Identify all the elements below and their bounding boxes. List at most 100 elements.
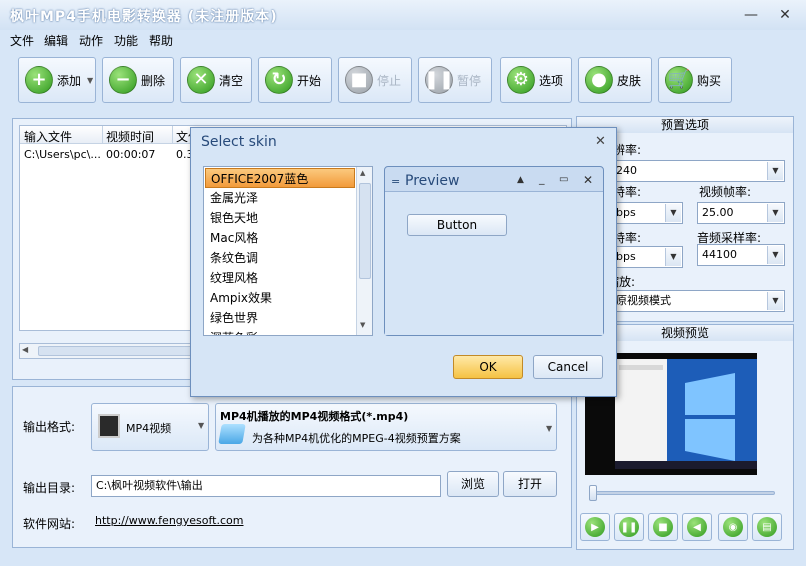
skin-list-scrollbar[interactable]: ▲ ▼ — [356, 167, 372, 335]
ok-button[interactable]: OK — [453, 355, 523, 379]
seek-slider-thumb[interactable] — [589, 485, 597, 501]
audio-bitrate-select[interactable]: bps ▼ — [611, 246, 683, 268]
chevron-down-icon[interactable]: ▼ — [767, 204, 783, 222]
pause-button[interactable]: ❚❚ 暂停 — [418, 57, 492, 103]
menu-help[interactable]: 帮助 — [149, 32, 173, 49]
skin-list-item[interactable]: 银色天地 — [205, 208, 355, 228]
chevron-down-icon[interactable]: ▼ — [767, 246, 783, 264]
close-icon[interactable]: ✕ — [583, 173, 593, 187]
preview-window: = Preview ▲ _ ▭ ✕ Button — [384, 166, 604, 336]
video-bitrate-value: bps — [616, 206, 636, 219]
skin-list-item[interactable]: 绿色世界 — [205, 308, 355, 328]
skin-list-item[interactable]: 深蓝色彩 — [205, 328, 355, 335]
format-description: 为各种MP4机优化的MPEG-4视频预置方案 — [252, 432, 461, 445]
skin-list[interactable]: OFFICE2007蓝色 金属光泽 银色天地 Mac风格 条纹色调 纹理风格 Ampix效果… — [203, 166, 373, 336]
open-folder-button[interactable]: ▤ — [752, 513, 782, 541]
output-format-label: 输出格式: — [23, 420, 76, 434]
preview-window-body: Button — [385, 191, 603, 335]
preview-sample-button[interactable]: Button — [407, 214, 507, 236]
dialog-title: Select skin — [201, 134, 277, 150]
chevron-down-icon[interactable]: ▼ — [665, 204, 681, 222]
frame-rate-label: 视频帧率: — [699, 185, 752, 199]
pause-preview-button[interactable]: ❚❚ — [614, 513, 644, 541]
skin-button[interactable]: ● 皮肤 — [578, 57, 652, 103]
dropdown-arrow-icon[interactable]: ▼ — [87, 76, 93, 85]
play-button[interactable]: ▶ — [580, 513, 610, 541]
skin-list-item[interactable]: Mac风格 — [205, 228, 355, 248]
grip-icon: = — [391, 175, 401, 188]
stop-preview-button[interactable]: ■ — [648, 513, 678, 541]
chevron-down-icon[interactable]: ▼ — [767, 162, 783, 180]
skin-list-item[interactable]: 纹理风格 — [205, 268, 355, 288]
select-skin-dialog: Select skin ✕ OFFICE2007蓝色 金属光泽 银色天地 Mac风格条… — [190, 127, 617, 397]
column-input-file[interactable]: 输入文件 — [24, 128, 72, 145]
clear-button[interactable]: ✕ 清空 — [180, 57, 252, 103]
scroll-left-icon[interactable]: ◀ — [22, 345, 34, 357]
website-label: 软件网站: — [23, 517, 76, 531]
chevron-down-icon[interactable]: ▼ — [198, 421, 204, 430]
frame-rate-select[interactable]: 25.00 ▼ — [697, 202, 785, 224]
zoom-value: 原视频模式 — [616, 294, 671, 307]
format-profile-select[interactable]: MP4机播放的MP4视频格式(*.mp4) 为各种MP4机优化的MPEG-4视频… — [215, 403, 557, 451]
delete-button[interactable]: − 删除 — [102, 57, 174, 103]
buy-button[interactable]: 🛒 购买 — [658, 57, 732, 103]
frame-rate-value: 25.00 — [702, 206, 734, 219]
skin-list-item[interactable]: Ampix效果 — [205, 288, 355, 308]
preview-seek-bar[interactable] — [591, 491, 775, 495]
refresh-icon: ↻ — [265, 66, 293, 94]
website-link[interactable]: http://www.fengyesoft.com — [95, 514, 244, 527]
dialog-close-icon[interactable]: ✕ — [595, 134, 606, 149]
skin-list-item[interactable]: OFFICE2007蓝色 — [205, 168, 355, 188]
snapshot-button[interactable]: ◉ — [718, 513, 748, 541]
resolution-select[interactable]: 240 ▼ — [611, 160, 785, 182]
options-icon: ⚙ — [507, 66, 535, 94]
title-bar[interactable]: 枫叶MP4手机电影转换器 (未注册版本) — ✕ — [0, 0, 806, 30]
output-dir-label: 输出目录: — [23, 481, 76, 495]
folder-icon: ▤ — [757, 517, 777, 537]
minimize-icon[interactable]: _ — [539, 172, 545, 185]
clear-x-icon: ✕ — [187, 66, 215, 94]
skin-list-item[interactable]: 条纹色调 — [205, 248, 355, 268]
zoom-select[interactable]: 原视频模式 ▼ — [611, 290, 785, 312]
options-button[interactable]: ⚙ 选项 — [500, 57, 572, 103]
chevron-up-icon[interactable]: ▲ — [517, 175, 524, 185]
mute-button[interactable]: ◀ — [682, 513, 712, 541]
skin-label: 皮肤 — [617, 73, 642, 88]
stop-button[interactable]: ■ 停止 — [338, 57, 412, 103]
menu-file[interactable]: 文件 — [10, 32, 34, 49]
window-title: 枫叶MP4手机电影转换器 (未注册版本) — [10, 9, 278, 25]
add-button[interactable]: + 添加 ▼ — [18, 57, 96, 103]
cancel-button[interactable]: Cancel — [533, 355, 603, 379]
speaker-icon: ◀ — [687, 517, 707, 537]
add-label: 添加 — [57, 73, 82, 88]
column-duration[interactable]: 视频时间 — [106, 128, 154, 145]
column-divider — [172, 126, 173, 144]
output-dir-input[interactable]: C:\枫叶视频软件\输出 — [91, 475, 441, 497]
maximize-icon[interactable]: ▭ — [559, 174, 568, 185]
browse-button[interactable]: 浏览 — [447, 471, 499, 497]
start-button[interactable]: ↻ 开始 — [258, 57, 332, 103]
chevron-down-icon[interactable]: ▼ — [546, 424, 552, 433]
scroll-up-icon[interactable]: ▲ — [360, 169, 365, 177]
menu-edit[interactable]: 编辑 — [44, 32, 68, 49]
preview-window-title: Preview — [405, 173, 460, 189]
chevron-down-icon[interactable]: ▼ — [665, 248, 681, 266]
output-format-select[interactable]: MP4视频 ▼ — [91, 403, 209, 451]
scroll-thumb[interactable] — [359, 183, 371, 279]
minimize-button[interactable]: — — [742, 6, 760, 24]
pause-icon: ❚❚ — [619, 517, 639, 537]
scroll-down-icon[interactable]: ▼ — [360, 321, 365, 329]
apple-icon: ● — [585, 66, 613, 94]
menu-action[interactable]: 动作 — [79, 32, 103, 49]
sample-rate-select[interactable]: 44100 ▼ — [697, 244, 785, 266]
open-button[interactable]: 打开 — [503, 471, 557, 497]
delete-label: 删除 — [141, 73, 166, 88]
video-bitrate-select[interactable]: bps ▼ — [611, 202, 683, 224]
close-window-button[interactable]: ✕ — [776, 6, 794, 24]
skin-list-item[interactable]: 金属光泽 — [205, 188, 355, 208]
scroll-thumb[interactable] — [38, 346, 198, 356]
start-label: 开始 — [297, 73, 322, 88]
menu-function[interactable]: 功能 — [114, 32, 138, 49]
chevron-down-icon[interactable]: ▼ — [767, 292, 783, 310]
pause-label: 暂停 — [457, 73, 482, 88]
